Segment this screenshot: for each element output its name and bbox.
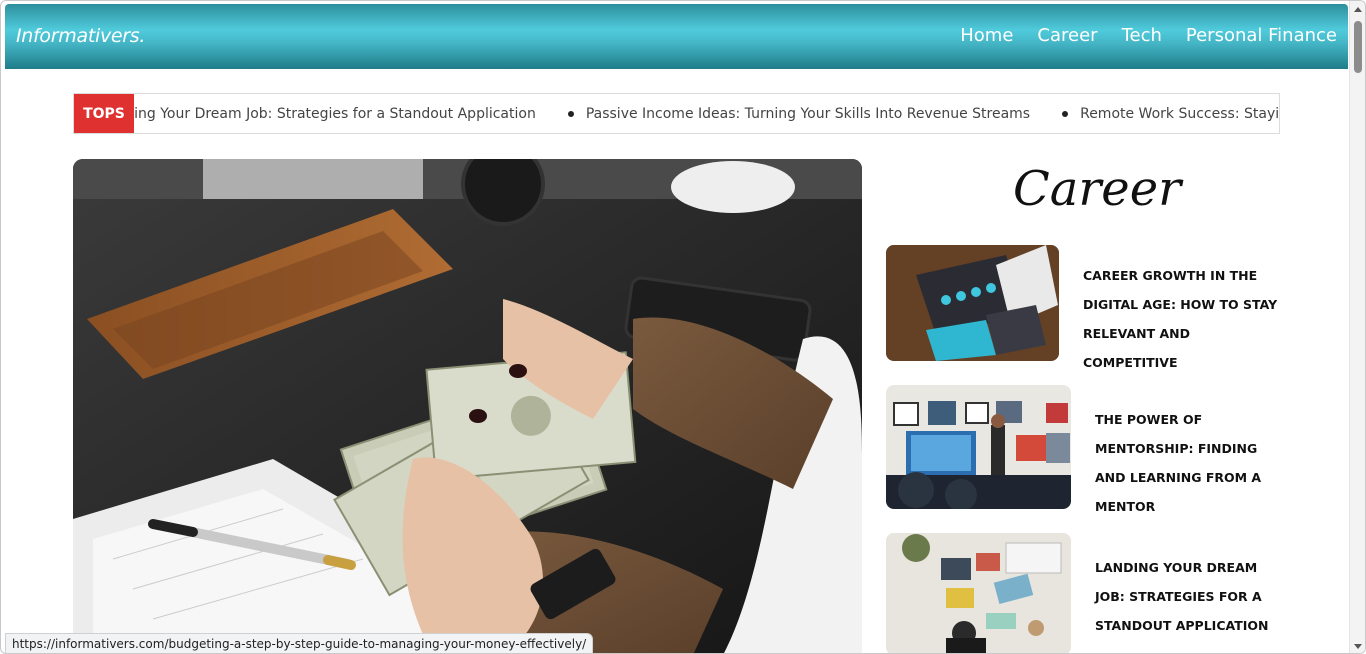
ticker-item[interactable]: Passive Income Ideas: Turning Your Skill… (536, 106, 1030, 122)
main-nav: Home Career Tech Personal Finance (960, 25, 1337, 46)
hero-image-money-counting[interactable] (73, 159, 862, 653)
article-thumbnail[interactable] (886, 245, 1059, 361)
scrollbar-thumb[interactable] (1354, 21, 1362, 73)
scroll-down-arrow-icon[interactable] (1354, 644, 1362, 649)
thumbnail-infographic (886, 245, 1059, 361)
article-card[interactable]: CAREER GROWTH IN THE DIGITAL AGE: HOW TO… (886, 245, 1283, 377)
ticker-label: TOPS (74, 94, 134, 133)
article-title[interactable]: LANDING YOUR DREAM JOB: STRATEGIES FOR A… (1095, 553, 1283, 653)
site-logo[interactable]: Informativers. (16, 25, 145, 47)
article-card[interactable]: THE POWER OF MENTORSHIP: FINDING AND LEA… (886, 385, 1283, 521)
page-scrollbar[interactable] (1349, 1, 1365, 653)
site-header: Informativers. Home Career Tech Personal… (5, 4, 1348, 69)
article-thumbnail[interactable] (886, 533, 1071, 653)
scroll-up-arrow-icon[interactable] (1354, 7, 1362, 12)
ticker-item[interactable]: Landing Your Dream Job: Strategies for a… (134, 106, 536, 122)
article-title[interactable]: CAREER GROWTH IN THE DIGITAL AGE: HOW TO… (1083, 261, 1283, 377)
nav-personal-finance[interactable]: Personal Finance (1186, 25, 1337, 46)
hero-illustration (73, 159, 862, 653)
nav-tech[interactable]: Tech (1122, 25, 1162, 46)
article-title[interactable]: THE POWER OF MENTORSHIP: FINDING AND LEA… (1095, 405, 1283, 521)
bullet-icon (567, 110, 574, 117)
link-status-bar: https://informativers.com/budgeting-a-st… (5, 633, 594, 653)
bullet-icon (1062, 110, 1069, 117)
ticker-item[interactable]: Remote Work Success: Staying Productive (1030, 106, 1279, 122)
nav-home[interactable]: Home (960, 25, 1013, 46)
nav-career[interactable]: Career (1037, 25, 1097, 46)
thumbnail-presentation (886, 385, 1071, 509)
news-ticker: TOPS Landing Your Dream Job: Strategies … (73, 93, 1280, 134)
article-card[interactable]: LANDING YOUR DREAM JOB: STRATEGIES FOR A… (886, 533, 1283, 653)
sidebar-title: Career (1013, 161, 1182, 217)
thumbnail-workspace (886, 533, 1071, 653)
ticker-track: Landing Your Dream Job: Strategies for a… (134, 94, 1279, 133)
browser-viewport: Informativers. Home Career Tech Personal… (0, 0, 1366, 654)
article-thumbnail[interactable] (886, 385, 1071, 509)
